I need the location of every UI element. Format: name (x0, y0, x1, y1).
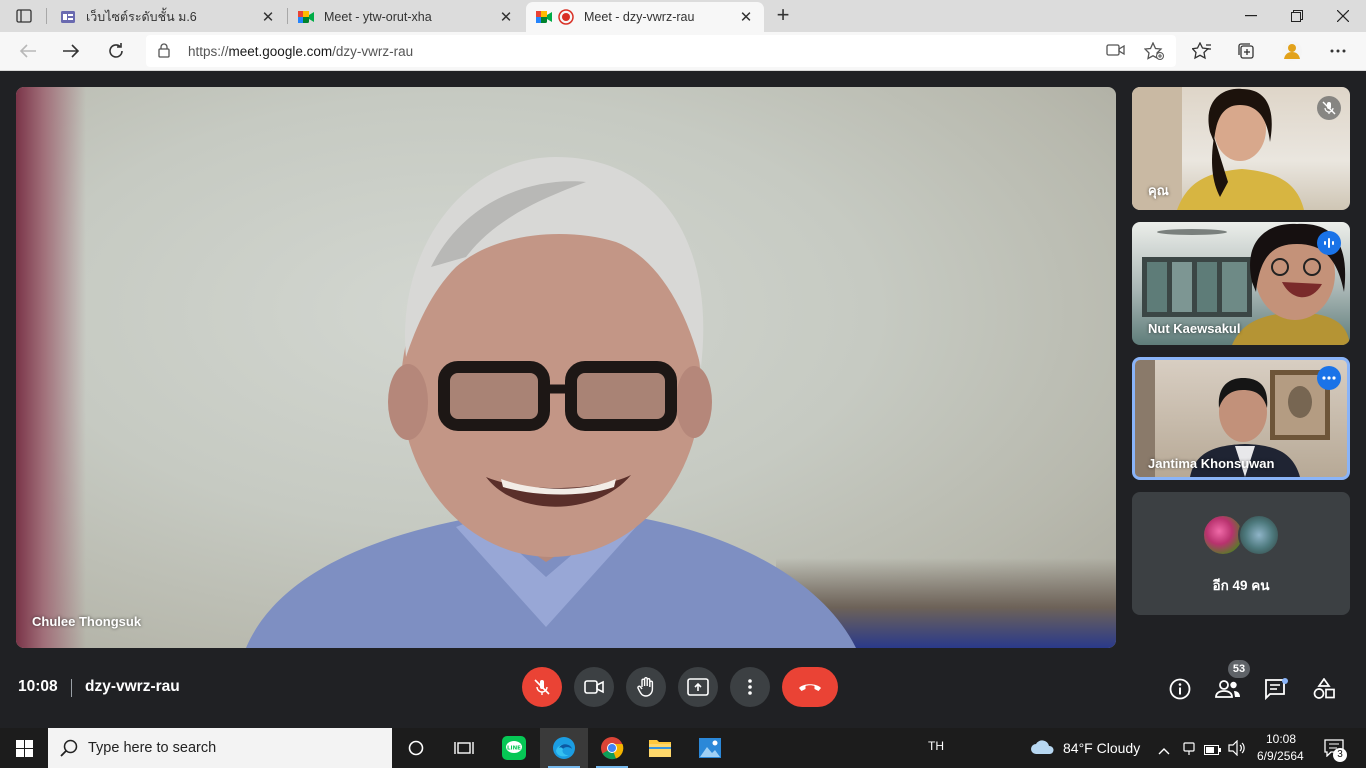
more-options-button[interactable] (730, 667, 770, 707)
meeting-time: 10:08 (18, 678, 58, 695)
participant-tile-nut[interactable]: Nut Kaewsakul (1132, 222, 1350, 345)
participant-tile-self[interactable]: คุณ (1132, 87, 1350, 210)
mic-toggle-button[interactable] (522, 667, 562, 707)
chat-icon[interactable] (1260, 673, 1292, 705)
participant-name: Jantima Khonsuwan (1148, 456, 1275, 471)
video-background (16, 87, 86, 648)
location-icon[interactable] (1182, 740, 1196, 761)
mic-off-icon (1317, 96, 1341, 120)
participant-name: Nut Kaewsakul (1148, 321, 1241, 336)
tab-title: เว็บไซต์ระดับชั้น ม.6 (86, 10, 197, 24)
others-count-label: อีก 49 คน (1212, 578, 1270, 593)
cortana-icon[interactable] (392, 728, 440, 768)
recording-icon (558, 9, 574, 25)
clock-time[interactable]: 10:08 (1266, 732, 1296, 746)
speaking-icon (1317, 231, 1341, 255)
activities-icon[interactable] (1308, 673, 1340, 705)
line-app-icon[interactable]: LINE (490, 728, 538, 768)
refresh-button[interactable] (101, 36, 131, 66)
svg-text:LINE: LINE (507, 746, 521, 752)
divider (71, 679, 72, 697)
address-bar[interactable]: https://meet.google.com/dzy-vwrz-rau (146, 35, 1176, 67)
taskbar: Type here to search LINE TH 84°F Cloudy … (0, 728, 1366, 768)
others-tile[interactable]: อีก 49 คน (1132, 492, 1350, 615)
profile-avatar-icon[interactable] (1278, 37, 1306, 65)
input-language[interactable]: TH (928, 739, 944, 753)
favorites-icon[interactable] (1188, 37, 1216, 65)
minimize-button[interactable] (1228, 0, 1274, 32)
tab-meet-dzy[interactable]: Meet - dzy-vwrz-rau ✕ (526, 2, 764, 32)
lock-icon[interactable] (158, 43, 170, 63)
participant-tile-jantima[interactable]: Jantima Khonsuwan (1132, 357, 1350, 480)
participant-name: คุณ (1148, 183, 1169, 198)
taskbar-search-box[interactable]: Type here to search (48, 728, 392, 768)
windows-start-icon[interactable] (0, 728, 48, 768)
search-icon (60, 739, 78, 762)
volume-icon[interactable] (1228, 739, 1246, 761)
photos-app-icon[interactable] (686, 728, 734, 768)
notification-count-badge: 3 (1333, 748, 1347, 762)
tab-actions-icon[interactable] (8, 5, 40, 27)
close-tab-icon[interactable]: ✕ (260, 8, 276, 26)
meet-logo-icon (536, 9, 552, 25)
meeting-details-icon[interactable] (1164, 673, 1196, 705)
camera-in-use-icon[interactable] (1106, 42, 1126, 63)
present-screen-button[interactable] (678, 667, 718, 707)
chrome-app-icon[interactable] (588, 728, 636, 768)
tab-meet-ytw[interactable]: Meet - ytw-orut-xha ✕ (288, 2, 524, 32)
weather-text[interactable]: 84°F Cloudy (1063, 740, 1140, 756)
cloud-weather-icon[interactable] (1030, 739, 1056, 760)
show-hidden-icons-icon[interactable] (1158, 742, 1170, 760)
url-text[interactable]: https://meet.google.com/dzy-vwrz-rau (188, 44, 413, 59)
meeting-code: dzy-vwrz-rau (85, 678, 180, 695)
edge-app-icon[interactable] (540, 728, 588, 768)
close-tab-icon[interactable]: ✕ (738, 8, 754, 26)
tab-title: Meet - ytw-orut-xha (324, 10, 432, 24)
forward-button[interactable] (56, 36, 86, 66)
task-view-icon[interactable] (440, 728, 488, 768)
camera-toggle-button[interactable] (574, 667, 614, 707)
people-icon[interactable] (1212, 673, 1244, 705)
tab-strip: เว็บไซต์ระดับชั้น ม.6 ✕ Meet - ytw-orut-… (0, 0, 1366, 32)
settings-more-icon[interactable] (1324, 37, 1352, 65)
raise-hand-button[interactable] (626, 667, 666, 707)
back-button[interactable] (13, 36, 43, 66)
close-tab-icon[interactable]: ✕ (498, 8, 514, 26)
add-favorite-icon[interactable] (1143, 41, 1164, 65)
restore-button[interactable] (1274, 0, 1320, 32)
tab-separator (46, 8, 47, 24)
clock-date[interactable]: 6/9/2564 (1257, 749, 1304, 763)
avatar (1238, 514, 1280, 556)
end-call-button[interactable] (782, 667, 838, 707)
search-placeholder: Type here to search (88, 740, 217, 756)
more-options-icon[interactable] (1317, 366, 1341, 390)
meet-logo-icon (298, 9, 314, 25)
tab-school-site[interactable]: เว็บไซต์ระดับชั้น ม.6 ✕ (50, 2, 286, 32)
file-explorer-icon[interactable] (636, 728, 684, 768)
main-video-tile[interactable]: Chulee Thongsuk (16, 87, 1116, 648)
collections-icon[interactable] (1232, 37, 1260, 65)
tab-title: Meet - dzy-vwrz-rau (584, 10, 695, 24)
others-avatars (1202, 514, 1286, 558)
main-speaker-name: Chulee Thongsuk (32, 614, 142, 629)
browser-toolbar: https://meet.google.com/dzy-vwrz-rau (0, 32, 1366, 71)
close-window-button[interactable] (1320, 0, 1366, 32)
participant-video (246, 157, 856, 648)
site-favicon-icon (60, 9, 76, 25)
battery-icon[interactable] (1204, 742, 1222, 760)
new-tab-button[interactable]: + (770, 3, 796, 29)
